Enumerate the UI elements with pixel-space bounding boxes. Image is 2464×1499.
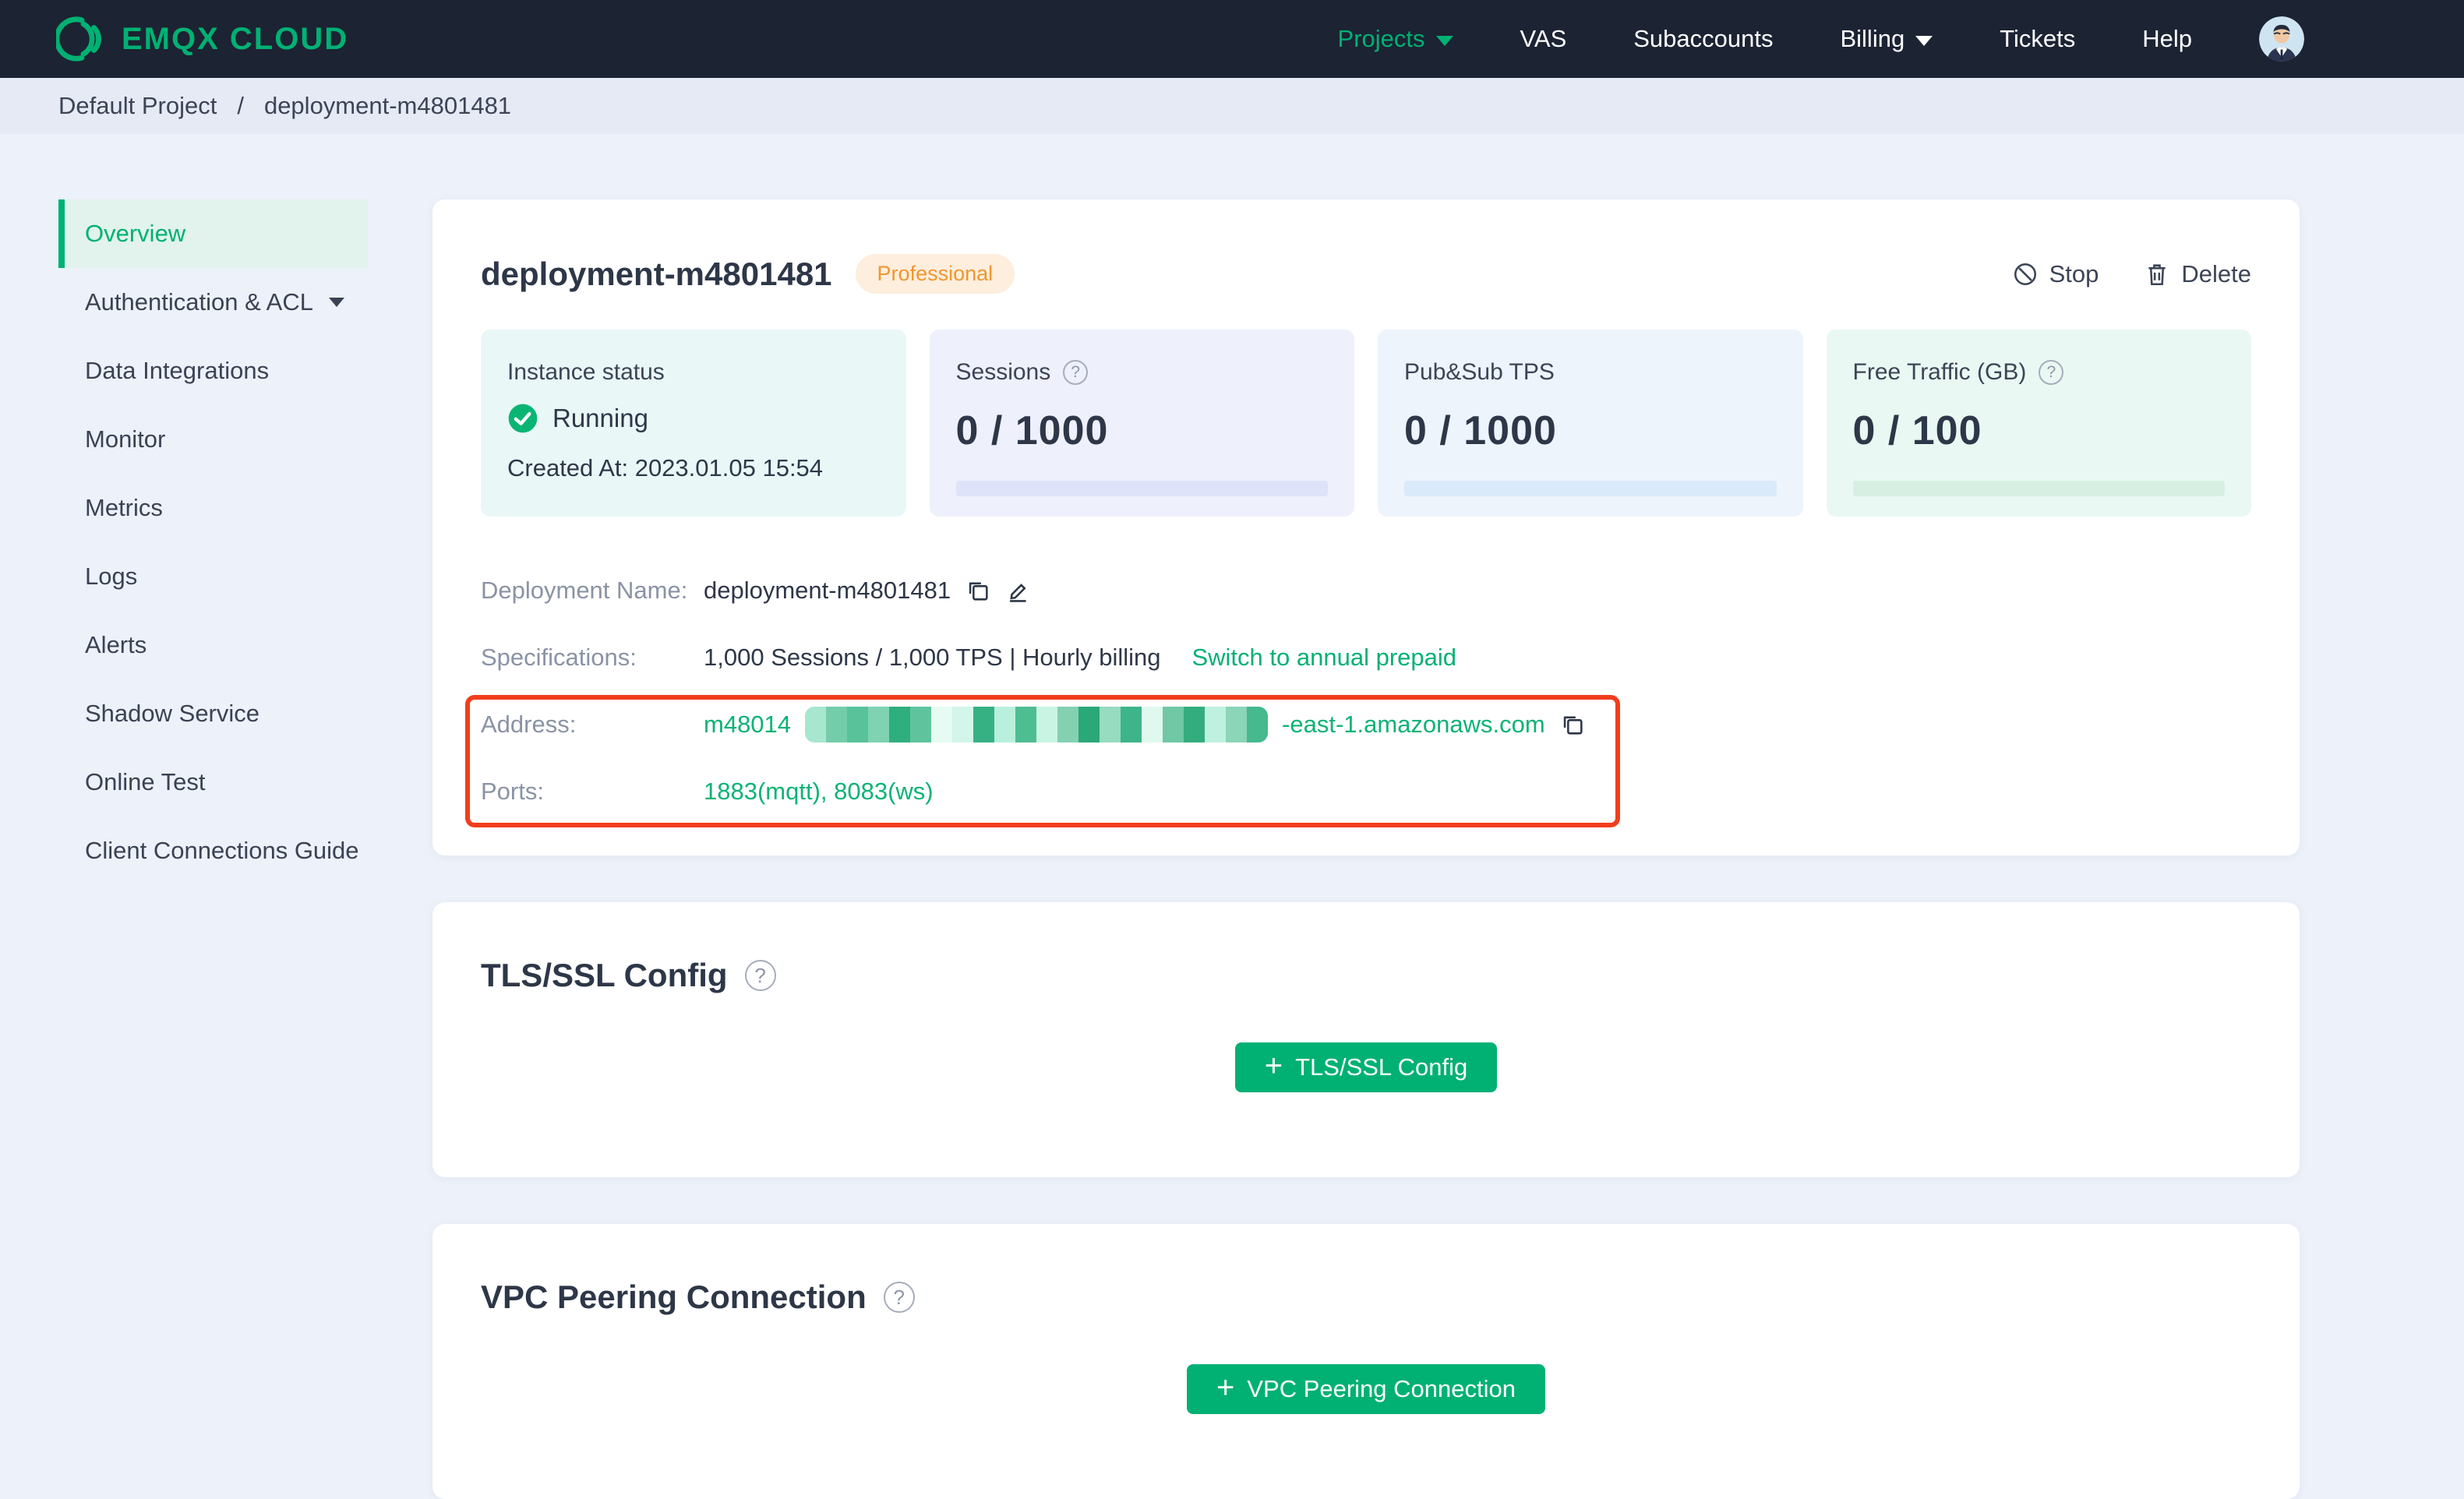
- nav-item-billing[interactable]: Billing: [1840, 25, 1933, 53]
- copy-icon[interactable]: [965, 577, 991, 604]
- sidebar-item-overview[interactable]: Overview: [58, 199, 368, 268]
- pubsub-tps-card: Pub&Sub TPS 0 / 1000: [1378, 330, 1803, 517]
- vpc-peering-card: VPC Peering Connection ? + VPC Peering C…: [432, 1224, 2300, 1499]
- nav-item-subaccounts[interactable]: Subaccounts: [1633, 25, 1773, 53]
- sidebar-item-authentication-acl[interactable]: Authentication & ACL: [58, 268, 368, 337]
- pubsub-tps-value: 0 / 1000: [1404, 408, 1557, 453]
- brand[interactable]: EMQX CLOUD: [56, 15, 348, 63]
- instance-status-card: Instance status Running Created At: 2023…: [481, 330, 906, 517]
- free-traffic-value: 0 / 100: [1852, 408, 1982, 453]
- delete-button[interactable]: Delete: [2144, 260, 2251, 288]
- chevron-down-icon: [1915, 36, 1933, 46]
- trash-icon: [2148, 263, 2166, 285]
- plan-badge: Professional: [855, 254, 1015, 294]
- address-suffix: -east-1.amazonaws.com: [1282, 711, 1545, 738]
- deployment-title: deployment-m4801481: [481, 255, 832, 292]
- sidebar-item-alerts[interactable]: Alerts: [58, 611, 368, 679]
- sessions-card: Sessions ? 0 / 1000: [929, 330, 1354, 517]
- nav-item-vas[interactable]: VAS: [1520, 25, 1567, 53]
- address-redacted: [805, 707, 1269, 742]
- deployment-name-row: Deployment Name: deployment-m4801481: [481, 573, 2251, 608]
- sessions-value: 0 / 1000: [955, 408, 1109, 453]
- sidebar-item-logs[interactable]: Logs: [58, 542, 368, 611]
- check-circle-icon: [508, 404, 538, 433]
- help-icon[interactable]: ?: [883, 1282, 915, 1313]
- deployment-name-value: deployment-m4801481: [704, 577, 951, 604]
- ports-value: 1883(mqtt), 8083(ws): [704, 778, 934, 805]
- sidebar-item-shadow-service[interactable]: Shadow Service: [58, 679, 368, 748]
- nav-item-help[interactable]: Help: [2142, 25, 2192, 53]
- sidebar-item-data-integrations[interactable]: Data Integrations: [58, 337, 368, 405]
- nav-item-tickets[interactable]: Tickets: [2000, 25, 2075, 53]
- breadcrumb-project[interactable]: Default Project: [58, 92, 217, 120]
- sidebar: Overview Authentication & ACL Data Integ…: [58, 199, 368, 885]
- pubsub-progress-bar: [1404, 481, 1777, 496]
- sidebar-item-metrics[interactable]: Metrics: [58, 474, 368, 542]
- top-nav: EMQX CLOUD Projects VAS Subaccounts Bill…: [0, 0, 2464, 78]
- traffic-progress-bar: [1852, 481, 2225, 496]
- sessions-progress-bar: [955, 481, 1328, 496]
- breadcrumb: Default Project / deployment-m4801481: [0, 78, 2464, 134]
- emqx-logo-icon: [56, 16, 101, 62]
- nav-item-projects[interactable]: Projects: [1338, 25, 1453, 53]
- nav-items: Projects VAS Subaccounts Billing Tickets…: [1338, 16, 2304, 62]
- help-icon[interactable]: ?: [744, 960, 776, 991]
- deployment-overview-card: deployment-m4801481 Professional Stop De…: [432, 199, 2300, 855]
- instance-status-value: Running: [552, 404, 648, 432]
- add-vpc-peering-button[interactable]: + VPC Peering Connection: [1186, 1364, 1545, 1414]
- plus-icon: +: [1264, 1049, 1283, 1083]
- edit-icon[interactable]: [1005, 577, 1032, 604]
- stop-icon: [2014, 263, 2036, 285]
- switch-annual-prepaid-link[interactable]: Switch to annual prepaid: [1191, 644, 1456, 672]
- copy-icon[interactable]: [1559, 711, 1586, 738]
- add-tls-ssl-config-button[interactable]: + TLS/SSL Config: [1234, 1042, 1498, 1092]
- address-row: Address: m48014 -east-1.amazonaws.com: [481, 707, 2251, 742]
- chevron-down-icon: [329, 298, 344, 307]
- stop-button[interactable]: Stop: [2012, 260, 2099, 288]
- address-prefix: m48014: [704, 711, 792, 738]
- help-icon[interactable]: ?: [2039, 360, 2064, 385]
- chevron-down-icon: [1435, 36, 1453, 46]
- user-avatar[interactable]: [2259, 16, 2304, 62]
- tls-ssl-card: TLS/SSL Config ? + TLS/SSL Config: [432, 902, 2300, 1177]
- breadcrumb-separator: /: [237, 92, 244, 119]
- vpc-peering-title: VPC Peering Connection: [481, 1279, 867, 1315]
- sidebar-item-online-test[interactable]: Online Test: [58, 748, 368, 817]
- ports-row: Ports: 1883(mqtt), 8083(ws): [481, 778, 934, 805]
- help-icon[interactable]: ?: [1063, 360, 1089, 385]
- sidebar-item-monitor[interactable]: Monitor: [58, 405, 368, 474]
- brand-name: EMQX CLOUD: [122, 21, 349, 56]
- plus-icon: +: [1216, 1370, 1235, 1405]
- breadcrumb-current: deployment-m4801481: [263, 92, 512, 119]
- specifications-value: 1,000 Sessions / 1,000 TPS | Hourly bill…: [704, 644, 1161, 671]
- free-traffic-card: Free Traffic (GB) ? 0 / 100: [1826, 330, 2251, 517]
- specifications-row: Specifications: 1,000 Sessions / 1,000 T…: [481, 644, 1456, 672]
- tls-ssl-title: TLS/SSL Config: [481, 957, 728, 993]
- sidebar-item-client-connections-guide[interactable]: Client Connections Guide: [58, 817, 368, 885]
- created-at: Created At: 2023.01.05 15:54: [507, 454, 824, 481]
